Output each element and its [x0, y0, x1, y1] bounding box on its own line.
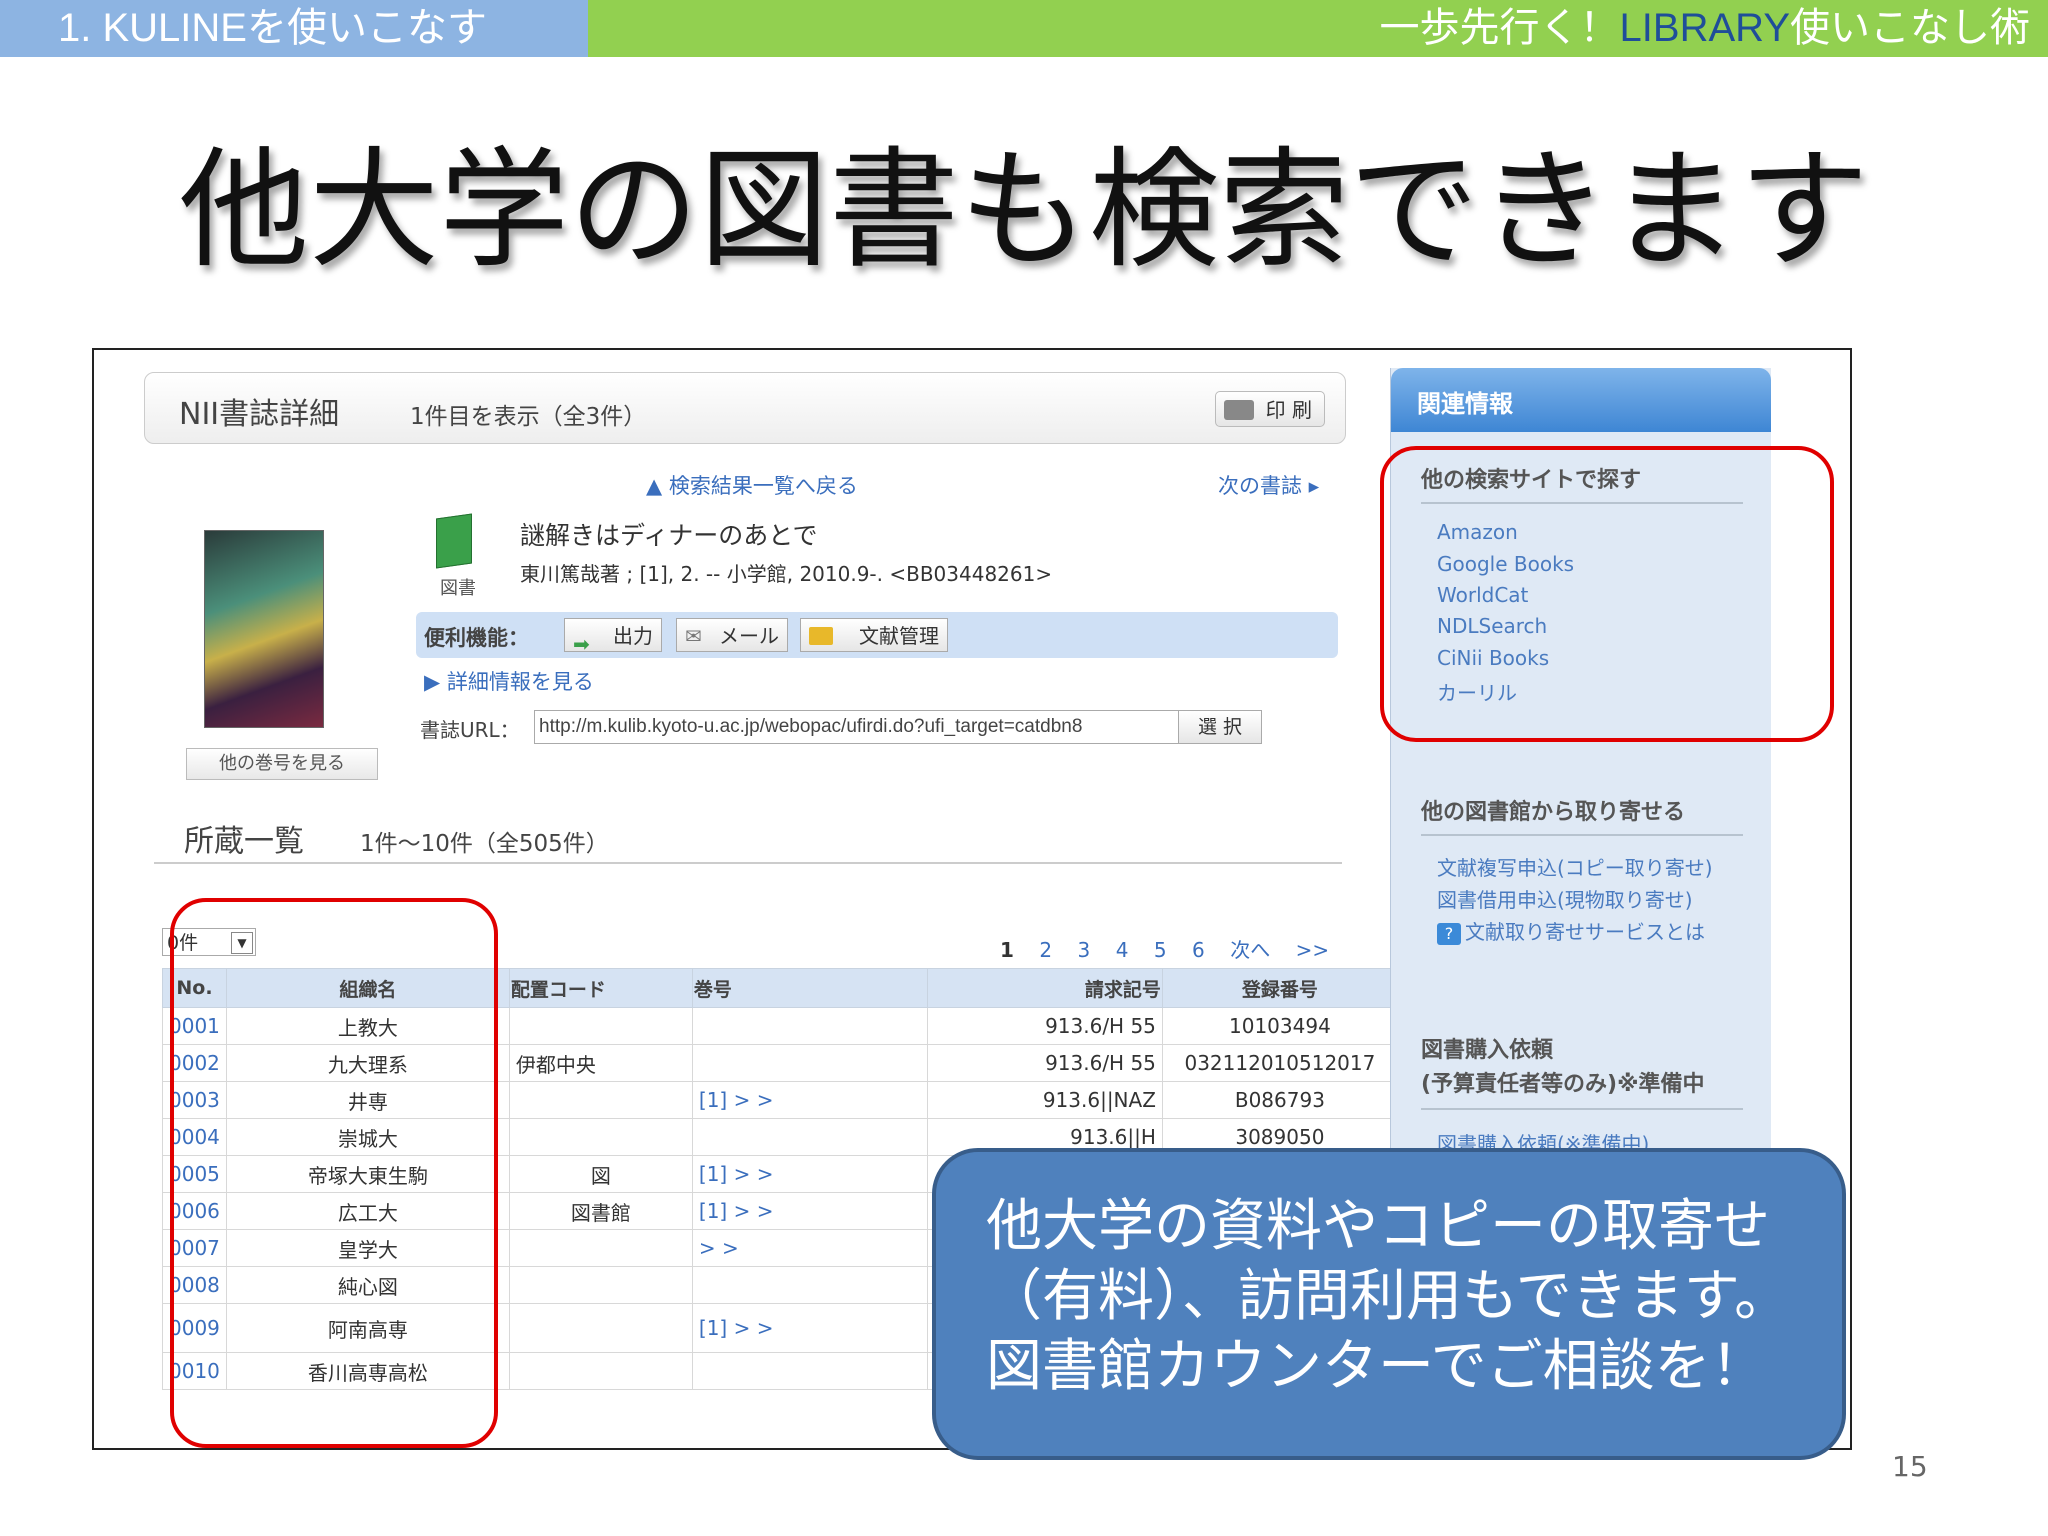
row-volume[interactable]: [1] > > [691, 1081, 928, 1119]
row-volume[interactable]: [1] > > [691, 1192, 928, 1230]
col-header-volume: 巻号 [691, 968, 928, 1008]
callout-text: 他大学の資料やコピーの取寄せ （有料）、訪問利用もできます。 図書館カウンターで… [986, 1194, 1791, 1399]
header-section-title: 1. KULINEを使いこなす [58, 6, 487, 50]
next-record-link[interactable]: 次の書誌 ▸ [1218, 470, 1319, 500]
row-volume[interactable] [691, 1044, 928, 1082]
other-volumes-button[interactable]: 他の巻号を見る [186, 748, 378, 780]
row-registration: 10103494 [1161, 1007, 1398, 1045]
folder-icon [809, 627, 833, 645]
row-call-number: 913.6/H 55 [926, 1007, 1163, 1045]
related-info-header: 関連情報 [1391, 368, 1771, 432]
header-series-title: 一歩先行く！LIBRARY使いこなし術 [1379, 6, 2030, 50]
row-volume[interactable] [691, 1266, 928, 1304]
pager-link[interactable]: 3 [1078, 938, 1091, 962]
arrow-right-icon: ➡ [573, 632, 590, 656]
col-header-call-number: 請求記号 [926, 968, 1163, 1008]
holdings-count: 1件～10件（全505件） [360, 831, 609, 857]
sidebar-link-ill-help[interactable]: ? 文献取り寄せサービスとは [1437, 916, 1705, 945]
row-volume[interactable] [691, 1118, 928, 1156]
col-header-registration: 登録番号 [1161, 968, 1398, 1008]
section-divider [1421, 834, 1743, 836]
purchase-heading: 図書購入依頼 [1421, 1038, 1554, 1063]
row-call-number: 913.6||NAZ [926, 1081, 1163, 1119]
detail-record-count: 1件目を表示（全3件） [410, 404, 647, 430]
sidebar-link-copy-request[interactable]: 文献複写申込(コピー取り寄せ) [1437, 852, 1713, 881]
pager-link[interactable]: 5 [1154, 938, 1167, 962]
callout-box: 他大学の資料やコピーの取寄せ （有料）、訪問利用もできます。 図書館カウンターで… [932, 1148, 1846, 1460]
book-metadata: 東川篤哉著 ; [1], 2. -- 小学館, 2010.9-. <BB0344… [520, 562, 1053, 586]
help-icon: ? [1437, 923, 1461, 945]
row-location: 図 [508, 1155, 693, 1193]
tools-label: 便利機能： [424, 626, 529, 650]
pager-link[interactable]: 6 [1192, 938, 1205, 962]
row-location: 図書館 [508, 1192, 693, 1230]
purchase-subheading: (予算責任者等のみ)※準備中 [1421, 1072, 1705, 1097]
row-volume[interactable]: [1] > > [691, 1155, 928, 1193]
row-call-number: 913.6/H 55 [926, 1044, 1163, 1082]
record-url-label: 書誌URL： [420, 718, 520, 742]
ill-heading: 他の図書館から取り寄せる [1421, 800, 1686, 825]
book-type-icon [436, 513, 472, 569]
sidebar-link-loan-request[interactable]: 図書借用申込(現物取り寄せ) [1437, 884, 1693, 913]
back-to-results-link[interactable]: ▲ 検索結果一覧へ戻る [646, 470, 858, 500]
highlight-org-column [170, 898, 498, 1448]
mail-button[interactable]: ✉ メール [676, 618, 788, 652]
holdings-title: 所蔵一覧 [184, 824, 304, 859]
page-number: 15 [1892, 1450, 1928, 1483]
tools-bar: 便利機能： ➡ 出力 ✉ メール 文献管理 [416, 612, 1338, 658]
printer-icon [1224, 400, 1254, 420]
row-location [508, 1007, 693, 1045]
detail-page-title: NII書誌詳細 [179, 397, 340, 432]
output-button[interactable]: ➡ 出力 [564, 618, 662, 656]
row-volume[interactable] [691, 1352, 928, 1390]
col-header-location: 配置コード [508, 968, 693, 1008]
record-url-field[interactable]: http://m.kulib.kyoto-u.ac.jp/webopac/ufi… [534, 710, 1184, 744]
row-volume[interactable]: > > [691, 1229, 928, 1267]
row-volume[interactable] [691, 1007, 928, 1045]
row-registration: 032112010512017 [1161, 1044, 1398, 1082]
pager-link[interactable]: 4 [1116, 938, 1129, 962]
row-location: 伊都中央 [508, 1044, 693, 1082]
section-divider [1421, 1108, 1743, 1110]
row-location [508, 1303, 693, 1353]
highlight-search-sites [1380, 446, 1834, 742]
row-location [508, 1352, 693, 1390]
row-location [508, 1118, 693, 1156]
envelope-icon: ✉ [685, 624, 702, 648]
row-location [508, 1266, 693, 1304]
row-registration: B086793 [1161, 1081, 1398, 1119]
slide-title: 他大学の図書も検索できます [178, 134, 1869, 286]
row-location [508, 1229, 693, 1267]
detail-info-link[interactable]: ▶ 詳細情報を見る [424, 666, 594, 696]
book-cover-image [204, 530, 324, 728]
select-url-button[interactable]: 選 択 [1178, 710, 1262, 744]
book-title: 謎解きはディナーのあとで [520, 521, 818, 550]
pager-next[interactable]: 次へ [1230, 938, 1270, 962]
holdings-divider [154, 862, 1342, 864]
row-volume[interactable]: [1] > > [691, 1303, 928, 1353]
pager-link[interactable]: 2 [1039, 938, 1052, 962]
pager-last[interactable]: >> [1296, 938, 1330, 962]
reference-manager-button[interactable]: 文献管理 [800, 618, 948, 652]
row-location [508, 1081, 693, 1119]
book-type-label: 図書 [440, 578, 476, 599]
print-button[interactable]: 印 刷 [1215, 391, 1325, 427]
pager-current: 1 [1000, 938, 1014, 962]
pager: 1 2 3 4 5 6 次へ >> [1000, 934, 1329, 963]
detail-header-bar: NII書誌詳細 1件目を表示（全3件） 印 刷 [144, 372, 1346, 444]
